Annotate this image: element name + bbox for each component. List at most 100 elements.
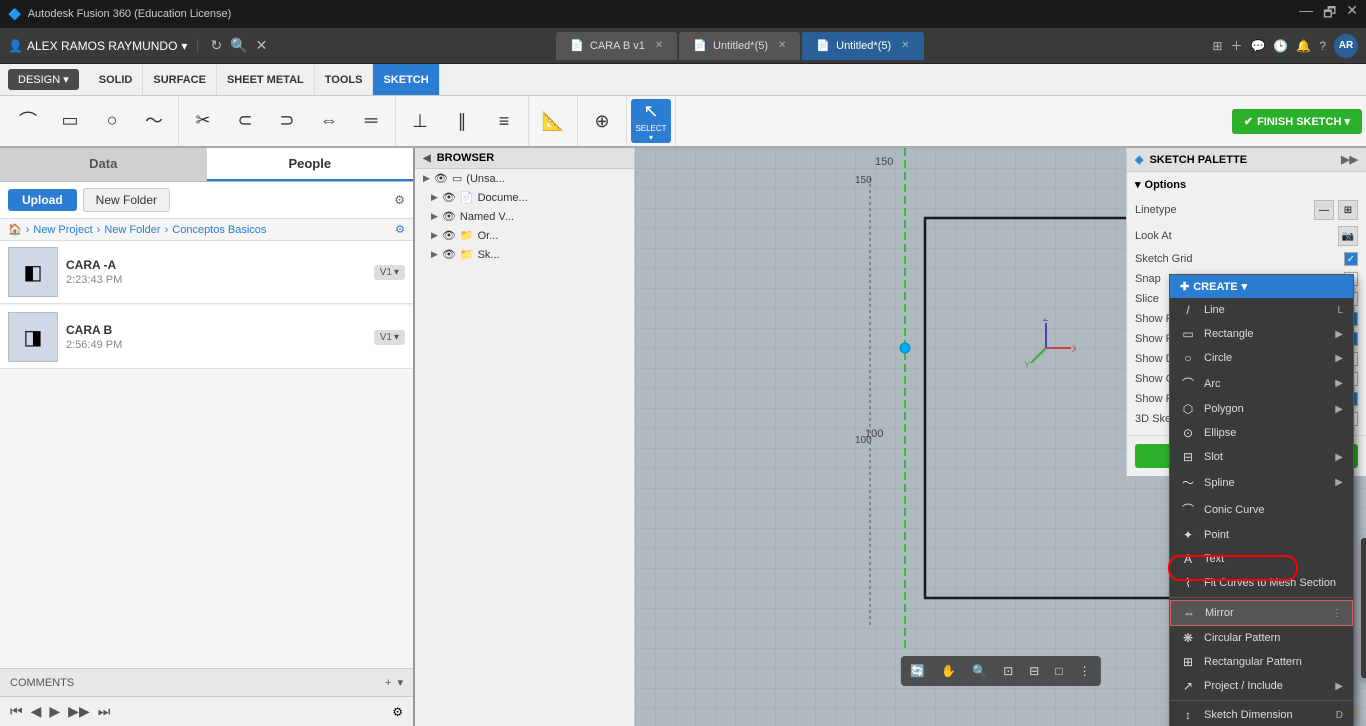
- browser-item-1[interactable]: ▶ 👁 📄 Docume...: [415, 188, 634, 207]
- search-icon[interactable]: 🔍: [230, 37, 247, 54]
- tab-1[interactable]: 📄 Untitled*(5) ✕: [679, 32, 800, 60]
- palette-expand-btn[interactable]: ▶▶: [1341, 153, 1358, 166]
- dd-item-text[interactable]: A Text: [1170, 547, 1353, 571]
- browser-toggle[interactable]: ◀: [423, 153, 431, 164]
- canvas-tool-display[interactable]: □: [1049, 660, 1068, 682]
- browser-vis-icon-4[interactable]: 👁: [442, 248, 456, 261]
- breadcrumb-project[interactable]: New Project: [33, 224, 92, 236]
- browser-item-2[interactable]: ▶ 👁 Named V...: [415, 207, 634, 226]
- playback-settings-icon[interactable]: ⚙: [392, 705, 403, 719]
- dd-item-fit-curves[interactable]: ⌇ Fit Curves to Mesh Section: [1170, 571, 1353, 595]
- close-icon[interactable]: ✕: [256, 37, 268, 54]
- select-btn[interactable]: ↖ SELECT ▾: [631, 99, 671, 143]
- comment-icon[interactable]: 💬: [1250, 39, 1265, 53]
- notification-icon[interactable]: 🔔: [1296, 39, 1311, 53]
- maximize-btn[interactable]: 🗗: [1323, 2, 1336, 26]
- dd-item-line[interactable]: / Line L: [1170, 298, 1353, 322]
- dd-item-spline[interactable]: 〜 Spline ▶: [1170, 469, 1353, 496]
- menu-solid[interactable]: SOLID: [89, 64, 144, 95]
- tab-0[interactable]: 📄 CARA B v1 ✕: [556, 32, 677, 60]
- play-btn[interactable]: ▶: [49, 703, 60, 720]
- file-version-1[interactable]: V1 ▾: [374, 330, 405, 345]
- tool-rect[interactable]: ▭: [50, 99, 90, 143]
- add-tab-icon[interactable]: ＋: [1230, 37, 1242, 54]
- prev-btn[interactable]: ◀: [31, 703, 42, 720]
- dd-item-circular[interactable]: ❋ Circular Pattern: [1170, 626, 1353, 650]
- browser-item-3[interactable]: ▶ 👁 📁 Or...: [415, 226, 634, 245]
- tab-data[interactable]: Data: [0, 148, 207, 181]
- dd-item-polygon[interactable]: ⬡ Polygon ▶: [1170, 397, 1353, 421]
- browser-vis-icon-1[interactable]: 👁: [442, 191, 456, 204]
- dd-item-rectangular[interactable]: ⊞ Rectangular Pattern: [1170, 650, 1353, 674]
- dd-item-arc[interactable]: ⌒ Arc ▶: [1170, 370, 1353, 397]
- create-dropdown-header[interactable]: ✚ CREATE ▾: [1170, 275, 1353, 298]
- breadcrumb-folder[interactable]: New Folder: [104, 224, 160, 236]
- canvas-tool-zoom[interactable]: 🔍: [966, 660, 993, 682]
- upload-button[interactable]: Upload: [8, 189, 77, 211]
- linetype-icon-2[interactable]: ⊞: [1338, 200, 1358, 220]
- grid-icon[interactable]: ⊞: [1212, 39, 1222, 53]
- close-btn[interactable]: ✕: [1346, 2, 1358, 26]
- linetype-icon-1[interactable]: —: [1314, 200, 1334, 220]
- inspect-1[interactable]: 📐: [533, 99, 573, 143]
- tool-arc[interactable]: ⌒: [8, 99, 48, 143]
- tool-offset[interactable]: ⊂: [225, 99, 265, 143]
- tab-close-0[interactable]: ✕: [655, 40, 663, 51]
- new-folder-button[interactable]: New Folder: [83, 188, 170, 212]
- canvas-area[interactable]: 150 100 150 100 TOP X Z Y: [635, 148, 1366, 726]
- menu-sheet-metal[interactable]: SHEET METAL: [217, 64, 315, 95]
- skip-end-btn[interactable]: ⏭: [98, 703, 111, 720]
- minimize-btn[interactable]: —: [1299, 2, 1313, 26]
- user-dropdown-icon[interactable]: ▾: [181, 39, 187, 53]
- dd-item-slot[interactable]: ⊟ Slot ▶: [1170, 445, 1353, 469]
- insert-1[interactable]: ⊕: [582, 99, 622, 143]
- constraint-1[interactable]: ⊥: [400, 99, 440, 143]
- browser-vis-icon-3[interactable]: 👁: [442, 229, 456, 242]
- comments-collapse-icon[interactable]: ▾: [397, 676, 403, 689]
- settings-icon[interactable]: ⚙: [394, 193, 405, 207]
- dd-item-mirror[interactable]: ⇔ Mirror ⋮: [1170, 600, 1353, 626]
- canvas-tool-pan[interactable]: ✋: [935, 660, 962, 682]
- menu-sketch[interactable]: SKETCH: [373, 64, 439, 95]
- refresh-icon[interactable]: ↻: [210, 37, 222, 54]
- add-comment-icon[interactable]: +: [385, 677, 391, 689]
- canvas-tool-fit[interactable]: ⊡: [997, 660, 1019, 682]
- tool-circle[interactable]: ○: [92, 99, 132, 143]
- tool-spline[interactable]: 〜: [134, 99, 174, 143]
- breadcrumb-home[interactable]: 🏠: [8, 223, 22, 236]
- finish-sketch-btn[interactable]: ✔ FINISH SKETCH ▾: [1232, 109, 1362, 134]
- tool-fillet[interactable]: ═: [351, 99, 391, 143]
- next-btn[interactable]: ▶▶: [68, 703, 90, 720]
- dd-item-circle[interactable]: ○ Circle ▶: [1170, 346, 1353, 370]
- canvas-tool-orbit[interactable]: 🔄: [904, 660, 931, 682]
- tab-close-2[interactable]: ✕: [901, 40, 909, 51]
- skip-start-btn[interactable]: ⏮: [10, 703, 23, 720]
- file-version-0[interactable]: V1 ▾: [374, 265, 405, 280]
- dd-item-ellipse[interactable]: ⊙ Ellipse: [1170, 421, 1353, 445]
- browser-vis-icon-2[interactable]: 👁: [442, 210, 456, 223]
- browser-item-0[interactable]: ▶ 👁 ▭ (Unsa...: [415, 169, 634, 188]
- dd-item-dimension[interactable]: ↕ Sketch Dimension D: [1170, 703, 1353, 726]
- breadcrumb-settings-icon[interactable]: ⚙: [395, 223, 405, 236]
- history-icon[interactable]: 🕒: [1273, 39, 1288, 53]
- tab-2[interactable]: 📄 Untitled*(5) ✕: [802, 32, 923, 60]
- help-icon[interactable]: ?: [1319, 39, 1326, 53]
- dd-item-rectangle[interactable]: ▭ Rectangle ▶: [1170, 322, 1353, 346]
- dd-item-point[interactable]: ✦ Point: [1170, 523, 1353, 547]
- tool-extend[interactable]: ⊃: [267, 99, 307, 143]
- file-item-1[interactable]: ◨ CARA B 2:56:49 PM V1 ▾: [0, 306, 413, 369]
- constraint-3[interactable]: ≡: [484, 99, 524, 143]
- dd-item-conic[interactable]: ⌒ Conic Curve: [1170, 496, 1353, 523]
- dd-item-project[interactable]: ↗ Project / Include ▶: [1170, 674, 1353, 698]
- menu-tools[interactable]: TOOLS: [315, 64, 374, 95]
- tool-trim[interactable]: ✂: [183, 99, 223, 143]
- tab-close-1[interactable]: ✕: [778, 40, 786, 51]
- design-button[interactable]: DESIGN ▾: [8, 69, 79, 90]
- canvas-tool-settings[interactable]: ⋮: [1073, 660, 1097, 682]
- menu-surface[interactable]: SURFACE: [143, 64, 217, 95]
- user-info[interactable]: 👤 ALEX RAMOS RAYMUNDO ▾: [8, 39, 198, 53]
- canvas-tool-grid[interactable]: ⊟: [1023, 660, 1045, 682]
- file-item-0[interactable]: ◧ CARA -A 2:23:43 PM V1 ▾: [0, 241, 413, 304]
- constraint-2[interactable]: ∥: [442, 99, 482, 143]
- lookat-btn[interactable]: 📷: [1338, 226, 1358, 246]
